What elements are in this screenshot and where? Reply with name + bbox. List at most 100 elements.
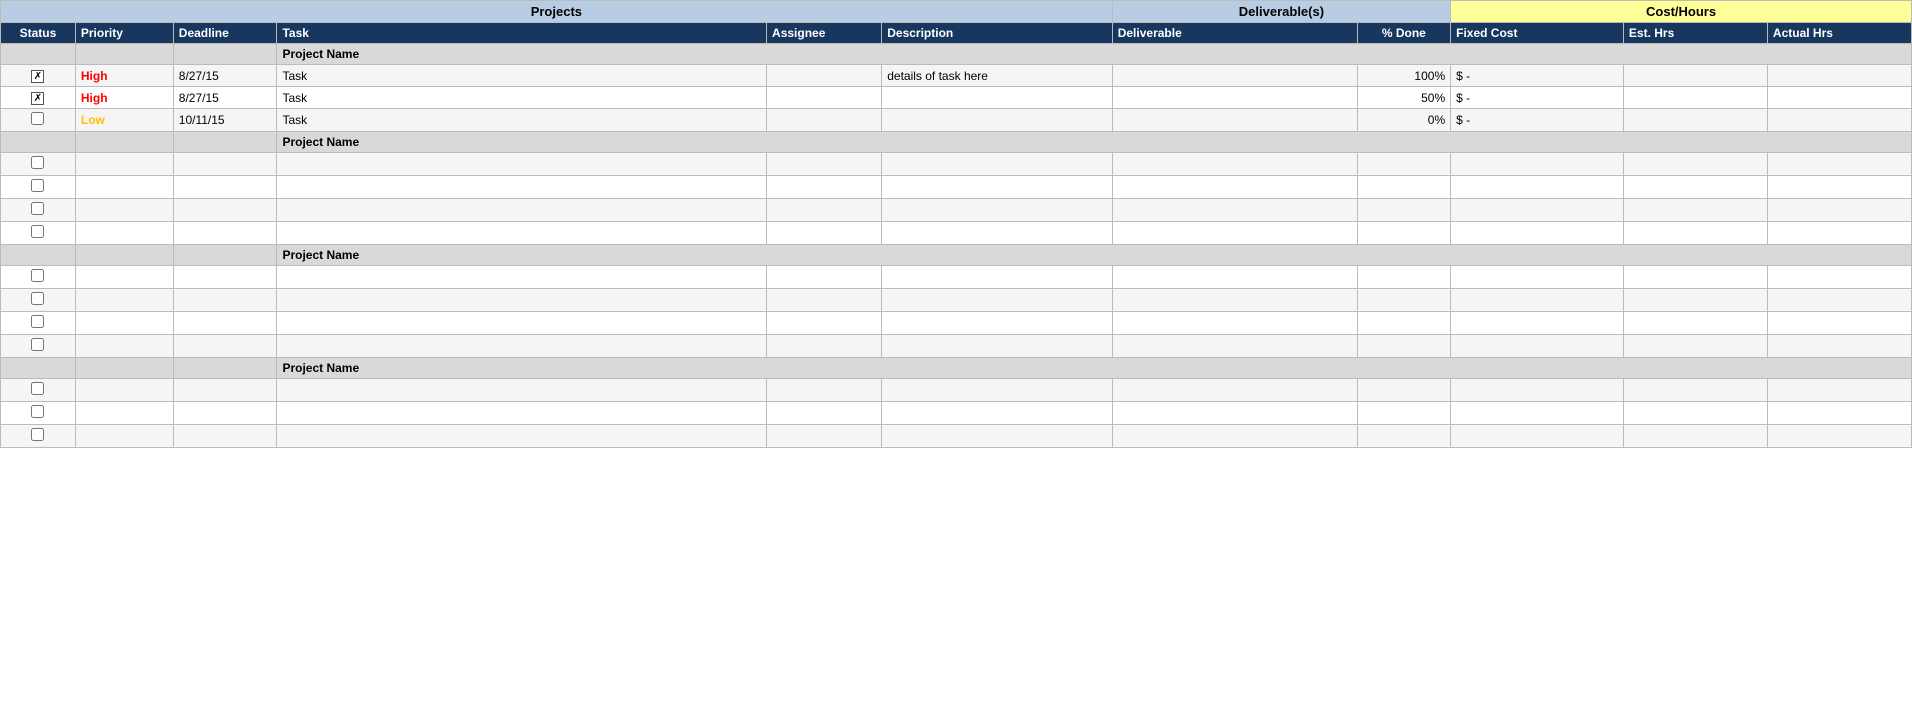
assignee-cell (767, 109, 882, 132)
status-cell[interactable] (1, 222, 76, 245)
header-actualhrs: Actual Hrs (1767, 23, 1911, 44)
deliverable-cell (1112, 176, 1357, 199)
fixed-cost-cell (1451, 425, 1624, 448)
status-cell[interactable] (1, 289, 76, 312)
deadline-cell (173, 153, 277, 176)
assignee-cell (767, 335, 882, 358)
est-hrs-cell (1623, 335, 1767, 358)
status-checkbox[interactable] (31, 292, 44, 305)
status-checkbox[interactable] (31, 405, 44, 418)
status-cell[interactable] (1, 176, 76, 199)
actual-hrs-cell (1767, 199, 1911, 222)
actual-hrs-cell (1767, 335, 1911, 358)
status-checkbox[interactable] (31, 225, 44, 238)
est-hrs-cell (1623, 425, 1767, 448)
status-cell[interactable]: ✗ (1, 87, 76, 109)
actual-hrs-cell (1767, 176, 1911, 199)
project-name-deadline-cell (173, 44, 277, 65)
status-cell[interactable] (1, 379, 76, 402)
deadline-cell (173, 425, 277, 448)
deadline-cell (173, 266, 277, 289)
fixed-cost-cell (1451, 199, 1624, 222)
pct-done-cell: 0% (1357, 109, 1451, 132)
deadline-cell (173, 289, 277, 312)
deliverable-cell (1112, 312, 1357, 335)
actual-hrs-cell (1767, 87, 1911, 109)
status-checkbox[interactable] (31, 338, 44, 351)
header-priority: Priority (75, 23, 173, 44)
status-cell[interactable] (1, 266, 76, 289)
status-checkbox[interactable] (31, 112, 44, 125)
status-checkbox[interactable] (31, 179, 44, 192)
task-cell: Task (277, 109, 767, 132)
status-cell[interactable] (1, 199, 76, 222)
status-cell[interactable]: ✗ (1, 65, 76, 87)
est-hrs-cell (1623, 266, 1767, 289)
assignee-cell (767, 425, 882, 448)
description-cell (882, 379, 1112, 402)
deadline-cell (173, 402, 277, 425)
table-row (1, 153, 1912, 176)
project-name-row-1: Project Name (1, 132, 1912, 153)
project-name-label: Project Name (277, 132, 1912, 153)
priority-cell: High (75, 65, 173, 87)
status-cell[interactable] (1, 312, 76, 335)
status-checkbox[interactable] (31, 156, 44, 169)
deadline-cell (173, 312, 277, 335)
project-name-priority-cell (75, 245, 173, 266)
fixed-cost-cell (1451, 176, 1624, 199)
project-name-priority-cell (75, 132, 173, 153)
status-cell[interactable] (1, 425, 76, 448)
priority-cell: Low (75, 109, 173, 132)
est-hrs-cell (1623, 153, 1767, 176)
deadline-cell: 8/27/15 (173, 87, 277, 109)
project-name-deadline-cell (173, 358, 277, 379)
description-cell (882, 266, 1112, 289)
costhours-group-header: Cost/Hours (1451, 1, 1912, 23)
deliverable-cell (1112, 402, 1357, 425)
header-status: Status (1, 23, 76, 44)
priority-cell (75, 266, 173, 289)
assignee-cell (767, 222, 882, 245)
status-cell[interactable] (1, 153, 76, 176)
deliverable-cell (1112, 379, 1357, 402)
fixed-cost-cell (1451, 379, 1624, 402)
est-hrs-cell (1623, 109, 1767, 132)
pct-done-cell (1357, 289, 1451, 312)
actual-hrs-cell (1767, 402, 1911, 425)
deliverable-cell (1112, 199, 1357, 222)
status-cell[interactable] (1, 109, 76, 132)
status-cell[interactable] (1, 335, 76, 358)
priority-label: High (81, 91, 108, 105)
status-checkbox[interactable] (31, 315, 44, 328)
status-cell[interactable] (1, 402, 76, 425)
table-row: ✗High8/27/15Task50%$ - (1, 87, 1912, 109)
table-row (1, 425, 1912, 448)
status-checkbox[interactable] (31, 382, 44, 395)
project-name-row-3: Project Name (1, 358, 1912, 379)
actual-hrs-cell (1767, 379, 1911, 402)
pct-done-cell (1357, 199, 1451, 222)
status-checkbox[interactable] (31, 202, 44, 215)
table-row: ✗High8/27/15Taskdetails of task here100%… (1, 65, 1912, 87)
checked-icon: ✗ (31, 92, 44, 105)
status-checkbox[interactable] (31, 269, 44, 282)
table-row (1, 312, 1912, 335)
project-name-row-2: Project Name (1, 245, 1912, 266)
deliverables-group-header: Deliverable(s) (1112, 1, 1450, 23)
pct-done-cell: 100% (1357, 65, 1451, 87)
actual-hrs-cell (1767, 109, 1911, 132)
status-checkbox[interactable] (31, 428, 44, 441)
pct-done-cell (1357, 176, 1451, 199)
assignee-cell (767, 312, 882, 335)
deliverable-cell (1112, 266, 1357, 289)
pct-done-cell (1357, 335, 1451, 358)
pct-done-cell (1357, 153, 1451, 176)
task-cell (277, 176, 767, 199)
priority-cell (75, 289, 173, 312)
description-cell (882, 153, 1112, 176)
priority-cell (75, 222, 173, 245)
fixed-cost-cell: $ - (1451, 87, 1624, 109)
header-deliverable: Deliverable (1112, 23, 1357, 44)
actual-hrs-cell (1767, 266, 1911, 289)
